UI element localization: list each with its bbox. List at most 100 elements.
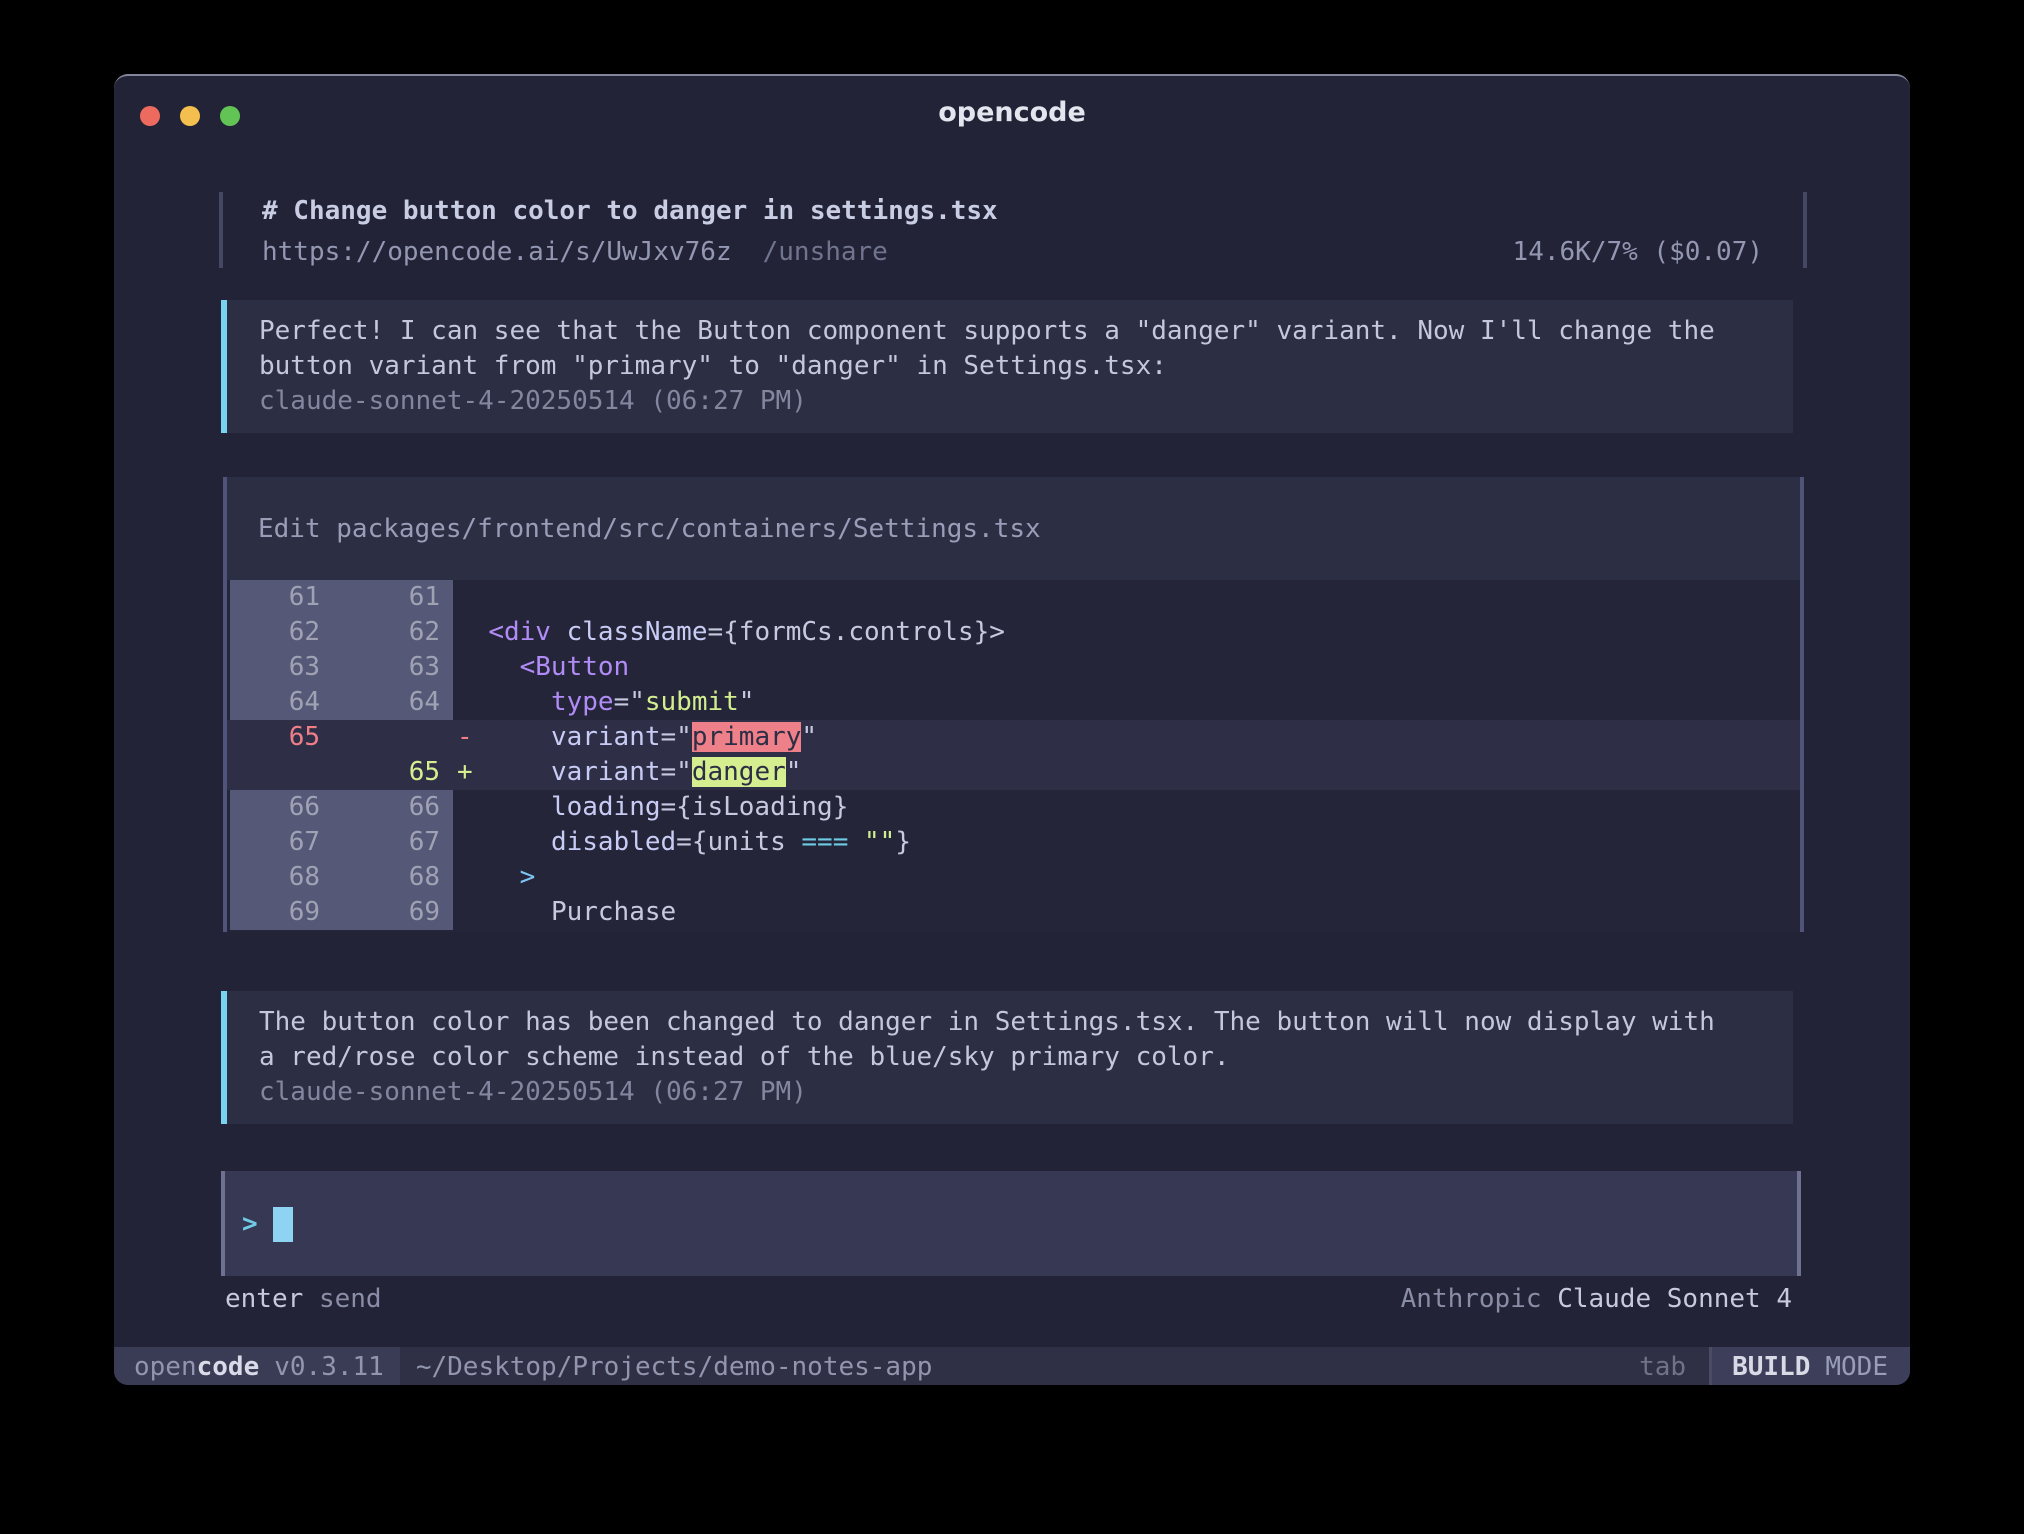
- assistant-message: The button color has been changed to dan…: [221, 991, 1793, 1124]
- diff-old-line-number: 64: [230, 685, 334, 720]
- diff-code-line: >: [453, 860, 1800, 895]
- diff-row: 6666 loading={isLoading}: [227, 790, 1800, 825]
- code-token: =": [614, 687, 645, 717]
- diff-code-line: [453, 580, 1800, 615]
- diff-sign: [457, 897, 473, 927]
- diff-code-line: - variant="primary": [453, 720, 1800, 755]
- diff-row: 65+ variant="danger": [227, 755, 1800, 790]
- diff-row: 6363 <Button: [227, 650, 1800, 685]
- diff-indent: [473, 722, 551, 752]
- diff-row: 6767 disabled={units === ""}: [227, 825, 1800, 860]
- prompt-input[interactable]: >: [221, 1171, 1801, 1276]
- diff-row: 6969 Purchase: [227, 895, 1800, 930]
- code-token: }: [895, 827, 911, 857]
- code-token: <Button: [520, 652, 630, 682]
- model-indicator: Anthropic Claude Sonnet 4: [1401, 1282, 1792, 1317]
- code-token: <div: [488, 617, 551, 647]
- diff-old-line-number: [230, 755, 334, 790]
- diff-new-line-number: [334, 720, 453, 755]
- diff-code-line: type="submit": [453, 685, 1800, 720]
- diff-old-line-number: 66: [230, 790, 334, 825]
- diff-indent: [473, 897, 551, 927]
- diff-old-line-number: 63: [230, 650, 334, 685]
- diff-indent: [473, 687, 551, 717]
- diff-old-line-number: 61: [230, 580, 334, 615]
- token-usage: 14.6K/7% ($0.07): [1513, 235, 1763, 270]
- diff-new-line-number: 63: [334, 650, 453, 685]
- titlebar: opencode: [114, 76, 1910, 134]
- diff-sign: [457, 582, 473, 612]
- code-token: variant: [551, 757, 661, 787]
- tab-key-hint: tab: [1639, 1347, 1686, 1385]
- app-name-code: code: [197, 1352, 260, 1382]
- diff-rows: 6161 6262 <div className={formCs.control…: [227, 580, 1800, 930]
- share-url-line: https://opencode.ai/s/UwJxv76z/unshare: [262, 235, 888, 270]
- diff-old-line-number: 69: [230, 895, 334, 930]
- code-token: =": [661, 757, 692, 787]
- diff-sign: [457, 792, 473, 822]
- diff-indent: [473, 792, 551, 822]
- diff-code-line: <div className={formCs.controls}>: [453, 615, 1800, 650]
- send-hint-key: enter: [225, 1284, 303, 1314]
- diff-new-line-number: 69: [334, 895, 453, 930]
- prompt-chevron-icon: >: [242, 1207, 258, 1242]
- diff-old-line-number: 62: [230, 615, 334, 650]
- mode-segment: BUILD MODE: [1712, 1347, 1910, 1385]
- diff-indent: [473, 652, 520, 682]
- message-text-line: Perfect! I can see that the Button compo…: [259, 314, 1793, 349]
- code-token: Purchase: [551, 897, 676, 927]
- diff-new-line-number: 64: [334, 685, 453, 720]
- diff-row: 65- variant="primary": [227, 720, 1800, 755]
- diff-indent: [473, 617, 489, 647]
- code-token: "": [864, 827, 895, 857]
- code-token: ": [739, 687, 755, 717]
- code-token: ===: [801, 827, 848, 857]
- code-token: ": [801, 722, 817, 752]
- diff-row: 6161: [227, 580, 1800, 615]
- send-hint-action: send: [319, 1284, 382, 1314]
- diff-code-line: loading={isLoading}: [453, 790, 1800, 825]
- app-name-open: open: [134, 1352, 197, 1382]
- message-text-line: button variant from "primary" to "danger…: [259, 349, 1793, 384]
- window-title: opencode: [114, 97, 1910, 128]
- hint-bar: enter send Anthropic Claude Sonnet 4: [225, 1282, 1792, 1317]
- diff-new-line-number: 67: [334, 825, 453, 860]
- diff-sign: [457, 827, 473, 857]
- model-provider: Anthropic: [1401, 1284, 1542, 1314]
- code-token: submit: [645, 687, 739, 717]
- statusbar-spacer: [932, 1347, 1639, 1385]
- code-token: type: [551, 687, 614, 717]
- diff-sign: -: [457, 722, 473, 752]
- code-token: [848, 827, 864, 857]
- message-text-line: a red/rose color scheme instead of the b…: [259, 1040, 1793, 1075]
- share-url-link[interactable]: https://opencode.ai/s/UwJxv76z: [262, 237, 732, 267]
- session-title: # Change button color to danger in setti…: [262, 194, 998, 229]
- diff-file-header: Edit packages/frontend/src/containers/Se…: [227, 477, 1800, 580]
- diff-code-line: <Button: [453, 650, 1800, 685]
- diff-indent: [473, 582, 489, 612]
- diff-code-line: Purchase: [453, 895, 1800, 930]
- working-directory: ~/Desktop/Projects/demo-notes-app: [416, 1347, 933, 1385]
- code-token: =": [661, 722, 692, 752]
- status-bar: opencodev0.3.11 ~/Desktop/Projects/demo-…: [114, 1347, 1910, 1385]
- code-token: loading: [551, 792, 661, 822]
- code-token: className: [567, 617, 708, 647]
- mode-label-bold: BUILD: [1732, 1352, 1810, 1382]
- send-hint: enter send: [225, 1282, 382, 1317]
- code-token: [551, 617, 567, 647]
- mode-label-rest: MODE: [1825, 1352, 1888, 1382]
- diff-new-line-number: 68: [334, 860, 453, 895]
- diff-new-line-number: 65: [334, 755, 453, 790]
- diff-sign: [457, 617, 473, 647]
- code-token: >: [520, 862, 536, 892]
- diff-code-line: + variant="danger": [453, 755, 1800, 790]
- diff-row: 6464 type="submit": [227, 685, 1800, 720]
- code-token: ={units: [676, 827, 801, 857]
- diff-indent: [473, 862, 520, 892]
- edit-diff-panel: Edit packages/frontend/src/containers/Se…: [223, 477, 1804, 932]
- diff-new-line-number: 66: [334, 790, 453, 825]
- diff-sign: +: [457, 757, 473, 787]
- diff-sign: [457, 687, 473, 717]
- unshare-command[interactable]: /unshare: [763, 237, 888, 267]
- code-token: ={formCs.controls}>: [707, 617, 1004, 647]
